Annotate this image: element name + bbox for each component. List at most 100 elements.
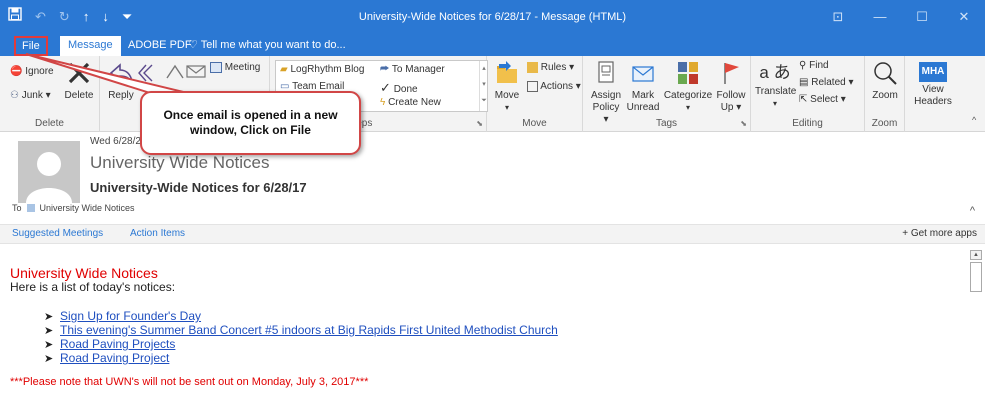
zoom-button[interactable]: Zoom [869,60,901,102]
quickstep-create-new[interactable]: ϟ Create New [380,97,441,108]
tell-me-label: Tell me what you want to do... [200,39,346,51]
actions-icon [527,81,538,92]
move-button[interactable]: Move ▾ [491,60,523,114]
folder-icon: ▰ [280,64,288,75]
body-scrollbar[interactable]: ▲ [970,250,982,400]
mark-unread-icon [632,66,654,82]
mark-unread-label-2: Unread [626,102,660,113]
quickstep-to-manager[interactable]: ⮫ To Manager [380,64,445,75]
tell-me-search[interactable]: ♡ Tell me what you want to do... [180,36,354,56]
maximize-icon[interactable]: ☐ [901,0,943,34]
notices-intro: Here is a list of today's notices: [10,280,176,294]
forward-manager-icon: ⮫ [380,64,390,75]
follow-up-label-1: Follow [716,90,746,101]
quickstep-logrhythm[interactable]: ▰ LogRhythm Blog [280,64,364,75]
notice-link[interactable]: This evening's Summer Band Concert #5 in… [60,323,558,337]
message-sender[interactable]: University Wide Notices [90,153,270,173]
categorize-button[interactable]: Categorize ▾ [663,60,713,114]
follow-up-button[interactable]: Follow Up ▾ [715,60,747,114]
ribbon-display-icon[interactable]: ⊡ [817,0,859,34]
quickstep-to-manager-label: To Manager [391,64,445,75]
lightning-icon: ϟ [380,97,386,108]
translate-icon: a あ [759,63,791,82]
notices-title: University Wide Notices [10,265,158,281]
quickstep-done[interactable]: ✓ Done [380,80,418,96]
suggested-meetings-link[interactable]: Suggested Meetings [12,228,103,239]
rules-label: Rules [540,62,567,74]
editing-group: a あ Translate ▾ ⚲ Find ▤ Related ▾ ⇱ Sel… [751,56,865,132]
related-button[interactable]: ▤ Related ▾ [799,77,854,89]
notice-link[interactable]: Sign Up for Founder's Day [60,309,201,323]
move-label: Move [494,90,520,101]
view-headers-label-1: View [922,84,944,95]
meeting-icon [210,62,222,73]
mha-badge: MHA [919,62,947,82]
ignore-icon: ⛔ [10,66,23,77]
collapse-header-icon[interactable]: ^ [970,205,975,217]
quickstep-done-label: Done [393,84,418,95]
recipient-name[interactable]: University Wide Notices [40,203,135,213]
zoom-group: Zoom Zoom [865,56,905,132]
collapse-ribbon-icon[interactable]: ^ [972,114,976,126]
ribbon-tabs: File Message ADOBE PDF ♡ Tell me what yo… [0,34,985,56]
tags-group: Assign Policy ▾ Mark Unread Categorize ▾… [583,56,751,132]
rules-button[interactable]: Rules ▾ [527,62,574,74]
actions-label: Actions [540,81,574,93]
list-item: ➤ Road Paving Projects [44,337,558,351]
categorize-icon [678,62,698,84]
meeting-label: Meeting [224,62,261,74]
junk-icon: ⚇ [10,90,19,101]
reply-button[interactable]: Reply [106,60,136,102]
actions-button[interactable]: Actions ▾ [527,81,581,93]
quickstep-logrhythm-label: LogRhythm Blog [290,64,365,75]
zoom-group-label: Zoom [871,118,898,129]
message-subject: University-Wide Notices for 6/28/17 [90,180,307,195]
arrow-bullet-icon: ➤ [44,353,54,365]
title-bar: ↶ ↻ ↑ ↓ ⏷ University-Wide Notices for 6/… [0,0,985,34]
recipient-chip-icon [26,204,35,212]
delete-group-label: Delete [35,118,64,129]
person-icon [26,152,72,203]
view-headers-label-2: Headers [914,96,952,107]
assign-policy-button[interactable]: Assign Policy ▾ [589,60,623,126]
tab-message[interactable]: Message [60,36,121,56]
mark-unread-label-1: Mark [631,90,655,101]
message-body: University Wide Notices Here is a list o… [0,245,985,404]
action-items-link[interactable]: Action Items [130,228,185,239]
ignore-button[interactable]: ⛔ Ignore [10,66,54,78]
scroll-thumb[interactable] [970,262,982,292]
close-icon[interactable]: ✕ [943,0,985,34]
select-button[interactable]: ⇱ Select ▾ [799,94,846,106]
notices-list: ➤ Sign Up for Founder's Day ➤ This evening… [44,309,558,365]
message-date: Wed 6/28/20 [90,136,147,147]
headers-group: MHA View Headers [905,56,963,132]
junk-button[interactable]: ⚇ Junk ▾ [10,90,51,102]
notice-link[interactable]: Road Paving Projects [60,337,175,351]
ignore-label: Ignore [25,66,54,77]
envelope-icon [186,65,206,78]
quickstep-create-new-label: Create New [388,97,441,108]
find-button[interactable]: ⚲ Find [799,60,829,72]
translate-button[interactable]: a あ Translate ▾ [755,60,796,110]
quick-steps-launcher-icon[interactable]: ⬊ [476,119,483,128]
view-headers-button[interactable]: MHA View Headers [913,62,953,108]
minimize-icon[interactable]: — [859,0,901,34]
move-group-label: Move [522,118,547,129]
forward-icon [166,64,184,79]
tab-file[interactable]: File [14,36,48,56]
delete-icon [68,62,90,84]
meeting-button[interactable]: Meeting [210,62,260,74]
junk-label: Junk [21,90,43,101]
assign-policy-label-1: Assign [590,90,621,101]
get-more-apps-button[interactable]: + Get more apps [902,228,977,239]
forward-button[interactable] [164,62,186,86]
instruction-callout: Once email is opened in a new window, Cl… [140,91,361,155]
scroll-up-icon[interactable]: ▲ [970,250,982,260]
im-button[interactable] [185,62,207,84]
reply-icon [109,63,133,83]
lightbulb-icon: ♡ [188,39,201,51]
delete-button[interactable]: Delete [64,60,94,102]
notice-link[interactable]: Road Paving Project [60,351,169,365]
tags-launcher-icon[interactable]: ⬊ [740,119,747,128]
mark-unread-button[interactable]: Mark Unread [625,60,661,114]
